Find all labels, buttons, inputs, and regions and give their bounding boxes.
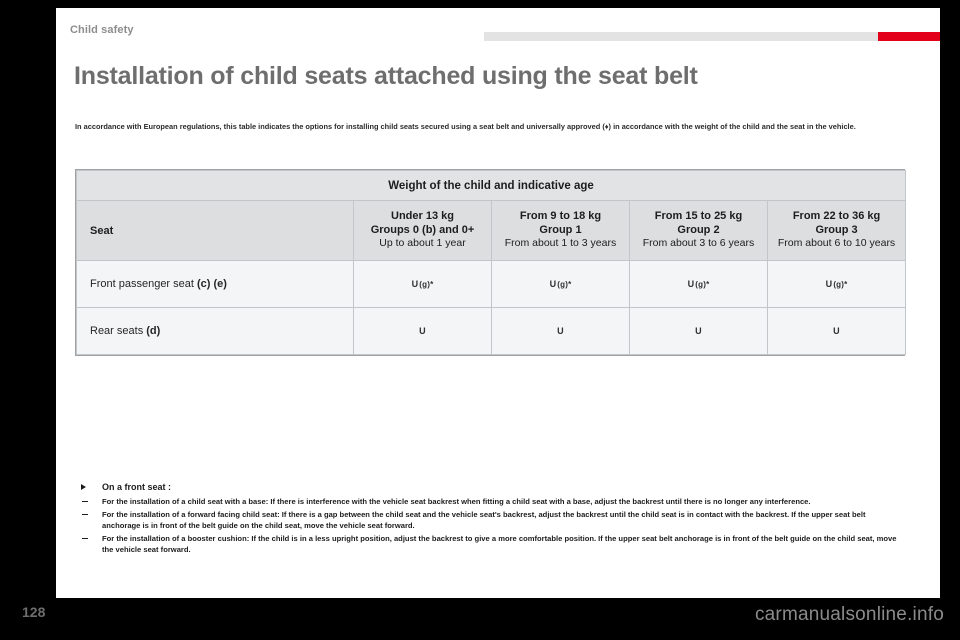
cell-rear-2: U xyxy=(629,307,768,355)
table-row: Rear seats (d) U U U U xyxy=(76,307,907,355)
footnote-item: For the installation of a booster cushio… xyxy=(80,533,904,556)
table-header-row: Seat Under 13 kg Groups 0 (b) and 0+ Up … xyxy=(76,200,907,261)
footnotes: On a front seat : For the installation o… xyxy=(80,482,904,557)
row-label-text: Front passenger seat xyxy=(90,278,194,290)
cell-value: U xyxy=(833,326,840,336)
cell-value: U xyxy=(419,326,426,336)
page-header: Child safety xyxy=(56,8,940,46)
table-banner-row: Weight of the child and indicative age xyxy=(75,170,907,201)
header-rule xyxy=(484,32,940,41)
dash-bullet-icon xyxy=(82,513,88,515)
group-header-0: Under 13 kg Groups 0 (b) and 0+ Up to ab… xyxy=(353,200,492,261)
group-age: From about 3 to 6 years xyxy=(642,237,755,250)
cell-note: (g)* xyxy=(833,280,848,289)
frame-band-left xyxy=(0,0,56,640)
cell-note: (g)* xyxy=(695,280,710,289)
cell-front-0: U(g)* xyxy=(353,260,492,308)
cell-value: U xyxy=(411,279,419,289)
page-title: Installation of child seats attached usi… xyxy=(74,62,698,90)
footnote-text: For the installation of a child seat wit… xyxy=(102,497,811,506)
cell-value: U xyxy=(687,279,695,289)
row-label-refs: (d) xyxy=(146,325,161,337)
footnotes-heading: On a front seat : xyxy=(80,482,904,492)
group-weight: From 22 to 36 kg xyxy=(792,210,881,223)
table-banner-cell: Weight of the child and indicative age xyxy=(75,170,907,201)
cell-rear-1: U xyxy=(491,307,630,355)
row-label-rear-seats: Rear seats (d) xyxy=(76,307,354,355)
group-age: Up to about 1 year xyxy=(379,237,466,250)
row-label-refs: (c) (e) xyxy=(197,278,227,290)
cell-rear-0: U xyxy=(353,307,492,355)
watermark: carmanualsonline.info xyxy=(754,604,944,625)
table-row: Front passenger seat (c) (e) U(g)* U(g)*… xyxy=(76,260,907,308)
group-name: Group 1 xyxy=(539,223,582,236)
cell-front-1: U(g)* xyxy=(491,260,630,308)
group-age: From about 6 to 10 years xyxy=(777,237,896,250)
footnotes-heading-text: On a front seat : xyxy=(102,482,172,492)
group-weight: From 9 to 18 kg xyxy=(519,210,602,223)
triangle-bullet-icon xyxy=(81,484,86,490)
cell-front-3: U(g)* xyxy=(766,260,907,308)
footnote-item: For the installation of a forward facing… xyxy=(80,509,904,532)
group-header-1: From 9 to 18 kg Group 1 From about 1 to … xyxy=(491,200,630,261)
cell-front-2: U(g)* xyxy=(629,260,768,308)
group-header-2: From 15 to 25 kg Group 2 From about 3 to… xyxy=(629,200,768,261)
seat-column-header: Seat xyxy=(76,200,354,261)
cell-note: (g)* xyxy=(419,280,434,289)
cell-rear-3: U xyxy=(766,307,907,355)
child-seat-table: Weight of the child and indicative age S… xyxy=(75,169,907,356)
cell-value: U xyxy=(549,279,557,289)
footnote-text: For the installation of a booster cushio… xyxy=(102,533,897,555)
dash-bullet-icon xyxy=(82,501,88,503)
row-label-text: Rear seats xyxy=(90,325,144,337)
frame-band-right xyxy=(940,0,960,640)
group-weight: From 15 to 25 kg xyxy=(654,210,743,223)
header-accent-bar xyxy=(878,32,940,41)
footnote-item: For the installation of a child seat wit… xyxy=(80,496,904,508)
group-weight: Under 13 kg xyxy=(391,210,454,223)
intro-paragraph: In accordance with European regulations,… xyxy=(75,122,856,131)
cell-note: (g)* xyxy=(557,280,572,289)
dash-bullet-icon xyxy=(82,537,88,540)
group-name: Group 3 xyxy=(815,223,858,236)
group-header-3: From 22 to 36 kg Group 3 From about 6 to… xyxy=(766,200,907,261)
cell-value: U xyxy=(695,326,702,336)
section-label: Child safety xyxy=(70,24,134,36)
group-name: Groups 0 (b) and 0+ xyxy=(370,223,475,236)
footnote-text: For the installation of a forward facing… xyxy=(102,509,866,531)
frame-band-top xyxy=(0,0,960,8)
group-name: Group 2 xyxy=(677,223,720,236)
manual-page: Child safety Installation of child seats… xyxy=(0,0,960,640)
group-age: From about 1 to 3 years xyxy=(504,237,617,250)
cell-value: U xyxy=(557,326,564,336)
row-label-front-passenger: Front passenger seat (c) (e) xyxy=(76,260,354,308)
page-number: 128 xyxy=(22,604,46,620)
cell-value: U xyxy=(825,279,833,289)
